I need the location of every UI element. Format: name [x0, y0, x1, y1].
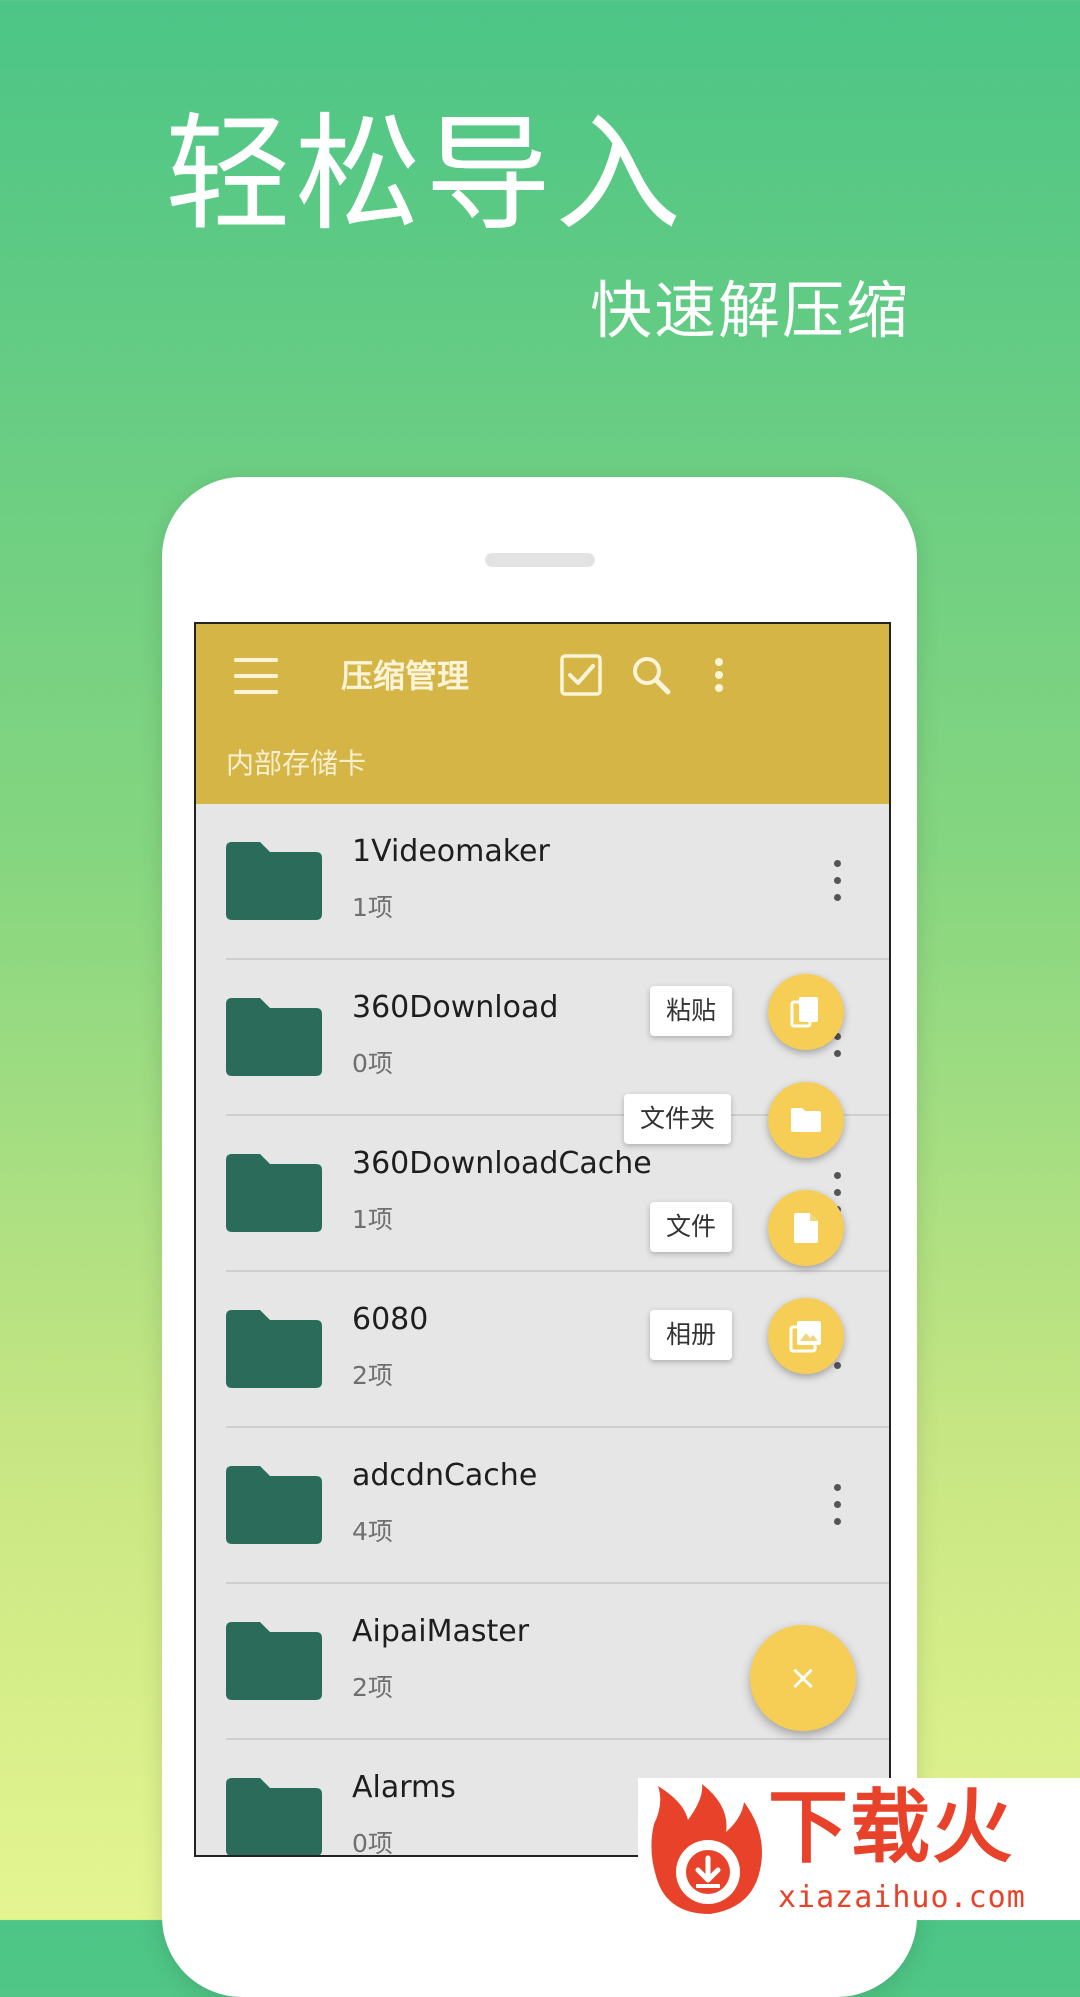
file-count: 1项: [352, 1205, 393, 1234]
fab-label-folder[interactable]: 文件夹: [624, 1094, 732, 1144]
close-fab-button[interactable]: ×: [750, 1625, 856, 1731]
file-name: Alarms: [352, 1770, 456, 1805]
folder-icon: [226, 998, 322, 1076]
watermark-url: xiazaihuo.com: [778, 1880, 1026, 1915]
more-vert-icon[interactable]: [831, 860, 843, 904]
promo-subheadline: 快速解压缩: [589, 274, 910, 347]
more-vert-icon[interactable]: [694, 650, 744, 700]
file-count: 2项: [352, 1673, 393, 1702]
folder-icon: [226, 1622, 322, 1700]
folder-icon[interactable]: [768, 1082, 844, 1158]
file-count: 1项: [352, 893, 393, 922]
file-name: 1Videomaker: [352, 834, 550, 869]
fab-label-album[interactable]: 相册: [650, 1310, 733, 1360]
checkbox-icon[interactable]: [556, 650, 606, 700]
hamburger-menu-icon[interactable]: [234, 654, 278, 698]
folder-icon: [226, 1310, 322, 1388]
fab-label-file[interactable]: 文件: [650, 1202, 733, 1252]
paste-icon[interactable]: [768, 974, 844, 1050]
file-name: 6080: [352, 1302, 429, 1337]
list-item[interactable]: adcdnCache 4项: [226, 1428, 889, 1584]
folder-icon: [226, 842, 322, 920]
app-title: 压缩管理: [341, 657, 470, 695]
phone-speaker: [485, 553, 595, 567]
app-bar: 压缩管理 内部存储卡: [196, 624, 889, 804]
more-vert-icon[interactable]: [831, 1484, 843, 1528]
search-icon[interactable]: [626, 650, 676, 700]
file-name: 360Download: [352, 990, 559, 1025]
list-item[interactable]: 1Videomaker 1项: [226, 804, 889, 960]
file-name: AipaiMaster: [352, 1614, 530, 1649]
storage-path: 内部存储卡: [226, 747, 367, 780]
file-name: adcdnCache: [352, 1458, 538, 1493]
folder-icon: [226, 1778, 322, 1855]
file-icon[interactable]: [768, 1190, 844, 1266]
fab-label-paste[interactable]: 粘贴: [650, 986, 733, 1036]
watermark-brand: 下载火: [768, 1781, 1014, 1874]
app-screen: 压缩管理 内部存储卡 1Videomaker 1项 360Download 0项…: [194, 622, 891, 1857]
file-count: 2项: [352, 1361, 393, 1390]
flame-logo-icon: [651, 1784, 762, 1914]
file-count: 4项: [352, 1517, 393, 1546]
file-count: 0项: [352, 1829, 393, 1857]
promo-headline: 轻松导入: [165, 101, 685, 248]
folder-icon: [226, 1466, 322, 1544]
watermark: 下载火 xiazaihuo.com: [638, 1778, 1080, 1920]
file-name: 360DownloadCache: [352, 1146, 652, 1181]
file-count: 0项: [352, 1049, 393, 1078]
album-icon[interactable]: [768, 1298, 844, 1374]
folder-icon: [226, 1154, 322, 1232]
